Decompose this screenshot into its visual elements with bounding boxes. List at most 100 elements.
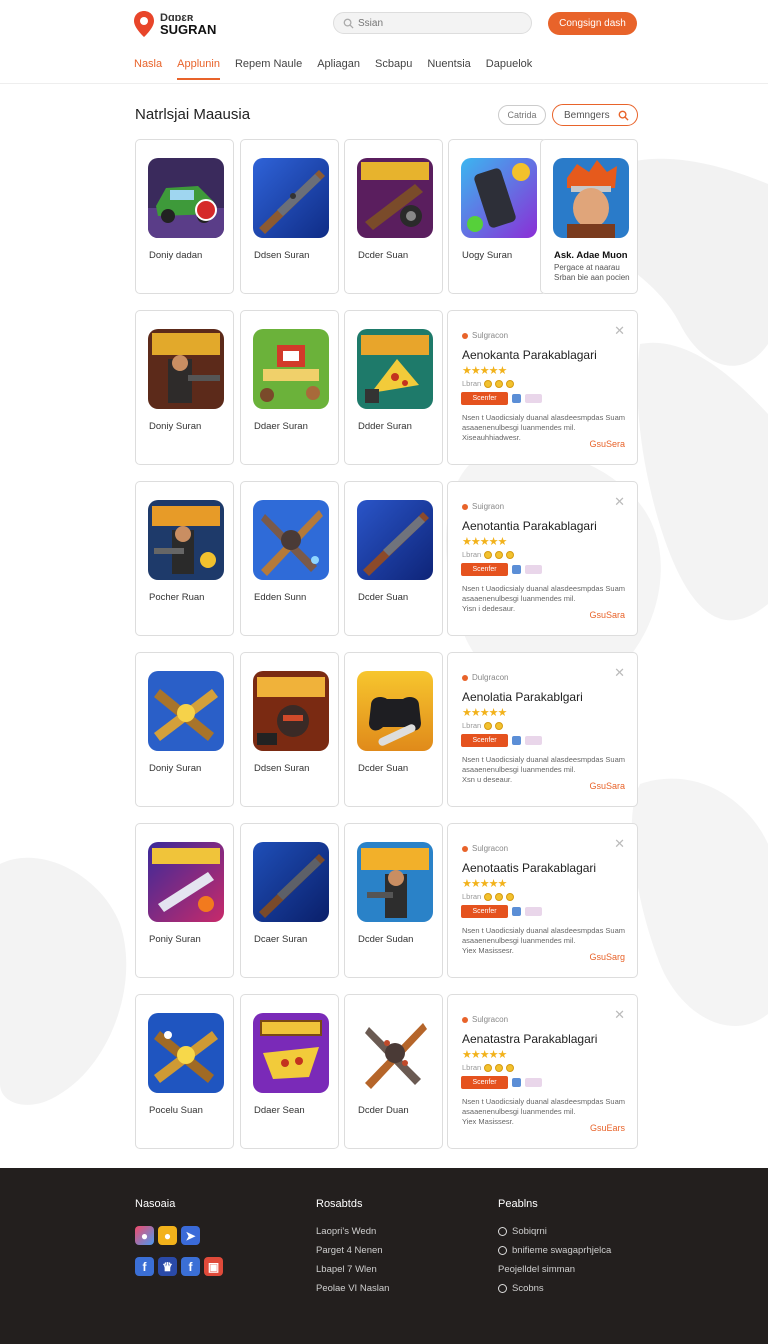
promo-card[interactable]: Sulgracon ✕ Aenatastra Parakablagari ★★★… — [447, 994, 638, 1149]
app-card[interactable]: Doniy Suran — [135, 310, 234, 465]
close-icon[interactable]: ✕ — [614, 323, 625, 339]
nav-item-apps[interactable]: Applunin — [177, 58, 220, 80]
promo-kicker-text: Sulgracon — [472, 844, 509, 853]
coin-icon — [495, 550, 504, 559]
header-cta-button[interactable]: Congsign dash — [548, 12, 637, 35]
coin-icon — [484, 721, 493, 730]
app-card[interactable]: Doniy Suran — [135, 652, 234, 807]
footer-link[interactable]: Peojelldel simman — [498, 1264, 611, 1275]
page-title: Natrlsjai Maausia — [135, 106, 251, 123]
promo-desc-line: asaaenenulbesgi luanmendes mil. — [462, 594, 576, 603]
send-social-icon[interactable]: ➤ — [181, 1226, 200, 1245]
footer-link[interactable]: Sobiqrni — [498, 1226, 611, 1237]
promo-kicker: Dulgracon — [462, 673, 508, 682]
close-icon[interactable]: ✕ — [614, 494, 625, 510]
app-card[interactable]: Ddsen Suran — [240, 139, 339, 294]
app-card[interactable]: Ddsen Suran — [240, 652, 339, 807]
footer-heading: Nasoaia — [135, 1198, 176, 1210]
flame-icon — [462, 503, 468, 510]
install-button[interactable]: Scenfer — [461, 905, 508, 918]
install-button[interactable]: Scenfer — [461, 734, 508, 747]
promo-card[interactable]: Sulgracon ✕ Aenotaatis Parakablagari ★★★… — [447, 823, 638, 978]
app-card[interactable]: Dcder Suan — [344, 652, 443, 807]
promo-link[interactable]: GsuEars — [590, 1123, 625, 1133]
app-card[interactable]: Uogy Suran — [448, 139, 547, 294]
app-social-icon[interactable]: ● — [135, 1226, 154, 1245]
flame-icon — [462, 1016, 468, 1023]
sort-select[interactable]: Bemngers — [552, 104, 638, 126]
footer-link[interactable]: bnifieme swagaprhjelca — [498, 1245, 611, 1256]
gun-title-icon — [357, 158, 433, 238]
promo-card[interactable]: Suigraon ✕ Aenotantia Parakablagari ★★★★… — [447, 481, 638, 636]
facebook-icon[interactable]: f — [135, 1257, 154, 1276]
facebook-icon[interactable]: f — [181, 1257, 200, 1276]
app-name: Ddsen Suran — [254, 763, 310, 774]
footer-link-label: bnifieme swagaprhjelca — [512, 1245, 612, 1256]
promo-card[interactable]: Sulgracon ✕ Aenokanta Parakablagari ★★★★… — [447, 310, 638, 465]
nav-item-4[interactable]: Apliagan — [317, 58, 360, 80]
shield-badge-icon — [512, 736, 521, 745]
close-icon[interactable]: ✕ — [614, 836, 625, 852]
app-card[interactable]: Edden Sunn — [240, 481, 339, 636]
footer-col-social: Nasoaia ● ● ➤ f ♛ f ▣ — [135, 1198, 223, 1288]
cross-weapon-icon — [253, 500, 329, 580]
coin-icon — [506, 550, 515, 559]
logo[interactable]: Dɑɒɛʀ SUGRAN — [133, 10, 216, 38]
app-name: Ddder Suran — [358, 421, 412, 432]
gamepad-icon — [357, 671, 433, 751]
nav-item-home[interactable]: Nasla — [134, 58, 162, 80]
app-card[interactable]: Dcder Sudan — [344, 823, 443, 978]
install-button[interactable]: Scenfer — [461, 392, 508, 405]
nav-item-6[interactable]: Nuentsia — [427, 58, 470, 80]
nav-item-3[interactable]: Repem Naule — [235, 58, 302, 80]
app-card[interactable]: Doniy dadan — [135, 139, 234, 294]
app-card[interactable]: Ask. Adae Muon Pergace at naarau Srban b… — [540, 139, 638, 294]
promo-actions: Scenfer — [461, 392, 542, 405]
filter-chip[interactable]: Catrida — [498, 105, 546, 125]
app-card[interactable]: Pocelu Suan — [135, 994, 234, 1149]
app-card[interactable]: Ddaer Sean — [240, 994, 339, 1149]
footer-link[interactable]: Lbapel 7 Wlen — [316, 1264, 389, 1275]
app-card[interactable]: Ddaer Suran — [240, 310, 339, 465]
promo-link[interactable]: GsuSara — [589, 781, 625, 791]
promo-title: Aenotantia Parakablagari — [462, 519, 597, 533]
nav-item-5[interactable]: Scbapu — [375, 58, 412, 80]
search-input[interactable] — [358, 17, 508, 29]
promo-title: Aenatastra Parakablagari — [462, 1032, 598, 1046]
app-card[interactable]: Poniy Suran — [135, 823, 234, 978]
app-card[interactable]: Ddder Suran — [344, 310, 443, 465]
close-icon[interactable]: ✕ — [614, 665, 625, 681]
footer-link[interactable]: Scobns — [498, 1283, 611, 1294]
tag-badge-icon — [525, 907, 542, 916]
video-social-icon[interactable]: ▣ — [204, 1257, 223, 1276]
app-subtitle: Pergace at naarau Srban bie aan pocien — [554, 263, 630, 283]
footer-link[interactable]: Peolae VI Naslan — [316, 1283, 389, 1294]
tag-badge-icon — [525, 565, 542, 574]
app-card[interactable]: Dcder Suan — [344, 139, 443, 294]
footer-heading: Peablns — [498, 1198, 538, 1210]
promo-link[interactable]: GsuSarg — [589, 952, 625, 962]
app-name: Pocher Ruan — [149, 592, 205, 603]
tag-badge-icon — [525, 736, 542, 745]
app-card[interactable]: Dcder Duan — [344, 994, 443, 1149]
promo-link[interactable]: GsuSera — [589, 439, 625, 449]
app-card[interactable]: Dcder Suan — [344, 481, 443, 636]
social-row: f ♛ f ▣ — [135, 1257, 223, 1276]
install-button[interactable]: Scenfer — [461, 563, 508, 576]
promo-title: Aenolatia Parakablgari — [462, 690, 583, 704]
install-button[interactable]: Scenfer — [461, 1076, 508, 1089]
promo-desc-line: Nsen t Uaodicsialy duanal alasdeesmpdas … — [462, 413, 626, 422]
promo-meta-text: Lbran — [462, 379, 482, 388]
chat-social-icon[interactable]: ● — [158, 1226, 177, 1245]
promo-link[interactable]: GsuSara — [589, 610, 625, 620]
app-card[interactable]: Dcaer Suran — [240, 823, 339, 978]
grid-row: Doniy dadan Ddsen Suran Dcder Suan Uogy … — [135, 139, 638, 294]
promo-card[interactable]: Dulgracon ✕ Aenolatia Parakablgari ★★★★★… — [447, 652, 638, 807]
nav-item-7[interactable]: Dapuelok — [486, 58, 532, 80]
app-card[interactable]: Pocher Ruan — [135, 481, 234, 636]
close-icon[interactable]: ✕ — [614, 1007, 625, 1023]
crown-social-icon[interactable]: ♛ — [158, 1257, 177, 1276]
footer-link[interactable]: Parget 4 Nenen — [316, 1245, 389, 1256]
search-box[interactable] — [333, 12, 532, 34]
footer-link[interactable]: Laopri's Wedn — [316, 1226, 389, 1237]
